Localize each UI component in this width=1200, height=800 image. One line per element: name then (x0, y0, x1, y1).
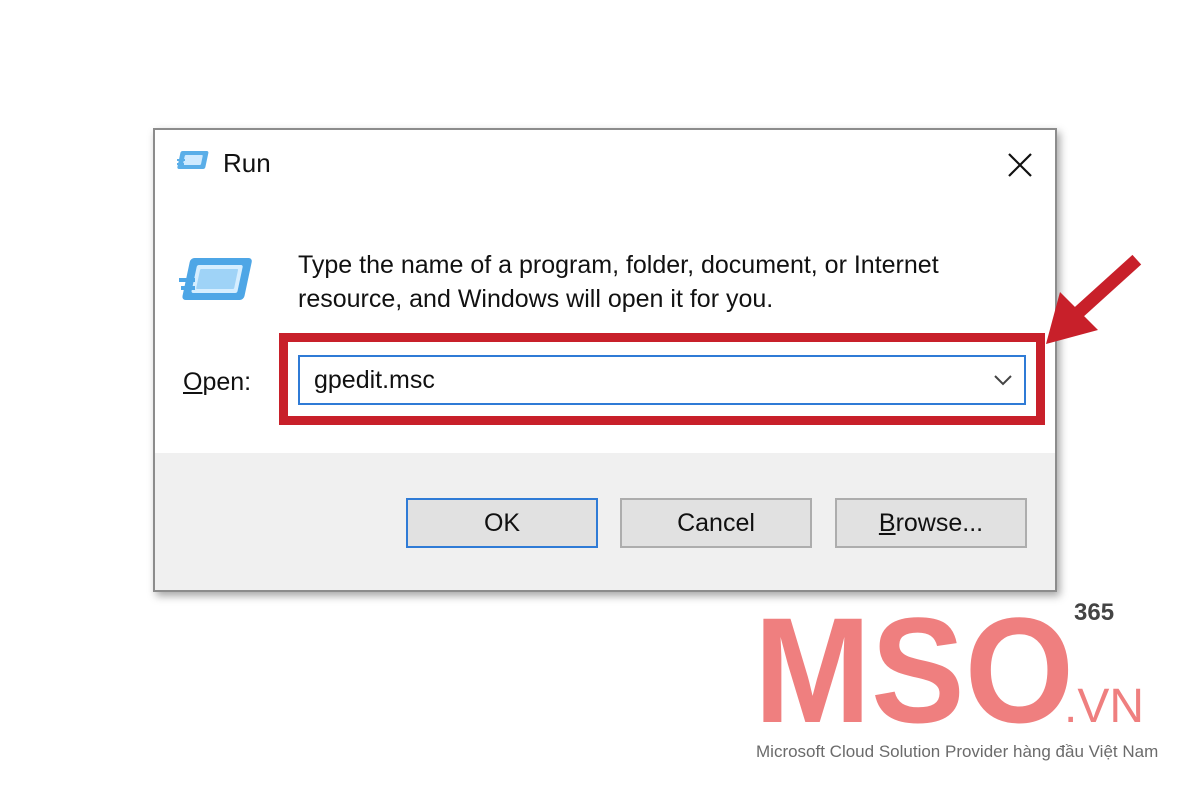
browse-label: rowse... (895, 508, 984, 537)
ok-button[interactable]: OK (406, 498, 598, 548)
logo-vn-text: .VN (1064, 680, 1144, 733)
cancel-button[interactable]: Cancel (620, 498, 812, 548)
highlight-box (279, 333, 1045, 425)
logo-365-text: 365 (1074, 599, 1114, 626)
run-icon (177, 151, 209, 169)
close-button[interactable] (999, 144, 1041, 186)
logo-mso-text: MSO (754, 596, 1074, 736)
open-label: Open: (183, 368, 251, 397)
mso-logo: MSO 365 .VN (754, 596, 1144, 736)
logo-tagline: Microsoft Cloud Solution Provider hàng đ… (756, 742, 1159, 761)
run-program-icon (179, 258, 252, 300)
browse-button[interactable]: Browse... (835, 498, 1027, 548)
button-bar: OK Cancel Browse... (155, 453, 1055, 590)
run-dialog: Run Type the name of a program, folder, … (153, 128, 1057, 592)
open-label-text: pen: (202, 368, 252, 396)
red-arrow-icon (1046, 254, 1142, 344)
dialog-description: Type the name of a program, folder, docu… (298, 251, 939, 313)
window-title: Run (223, 148, 271, 178)
open-label-mnemonic: O (183, 368, 203, 396)
close-icon (1008, 153, 1032, 177)
title-bar: Run (155, 130, 1055, 198)
browse-mnemonic: B (878, 508, 896, 537)
